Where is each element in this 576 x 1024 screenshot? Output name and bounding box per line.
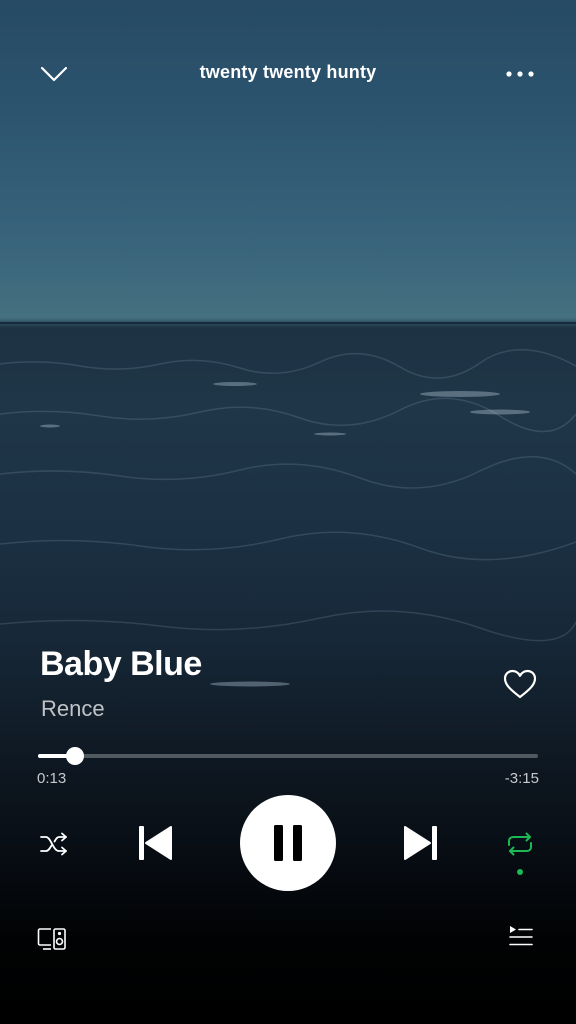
elapsed-time: 0:13 xyxy=(37,770,67,787)
shuffle-icon xyxy=(40,832,67,856)
previous-button[interactable] xyxy=(132,820,178,866)
repeat-icon xyxy=(508,832,532,856)
skip-next-icon xyxy=(404,826,437,860)
remaining-time: -3:15 xyxy=(504,770,539,787)
pause-icon xyxy=(274,825,302,861)
chevron-down-icon xyxy=(40,66,68,82)
collapse-button[interactable] xyxy=(36,58,72,90)
horizon-line xyxy=(0,322,576,324)
devices-icon xyxy=(37,928,66,950)
connect-devices-button[interactable] xyxy=(34,924,70,954)
queue-icon xyxy=(509,926,533,946)
track-artist[interactable]: Rence xyxy=(41,696,105,722)
repeat-button[interactable] xyxy=(500,826,540,862)
more-dots-icon xyxy=(506,71,534,77)
skip-previous-icon xyxy=(139,826,172,860)
now-playing-screen: twenty twenty hunty Baby Blue Rence 0:13… xyxy=(0,0,576,1024)
play-pause-button[interactable] xyxy=(240,795,336,891)
next-button[interactable] xyxy=(398,820,444,866)
track-title[interactable]: Baby Blue xyxy=(40,645,202,684)
progress-handle[interactable] xyxy=(66,747,84,765)
more-options-button[interactable] xyxy=(500,58,540,90)
playlist-title: twenty twenty hunty xyxy=(199,62,377,82)
queue-button[interactable] xyxy=(504,922,538,952)
repeat-active-indicator xyxy=(517,869,523,875)
heart-icon xyxy=(503,669,537,699)
like-button[interactable] xyxy=(500,664,540,704)
shuffle-button[interactable] xyxy=(34,826,74,862)
player-header: twenty twenty hunty xyxy=(0,50,576,98)
progress-bar[interactable] xyxy=(38,747,538,765)
